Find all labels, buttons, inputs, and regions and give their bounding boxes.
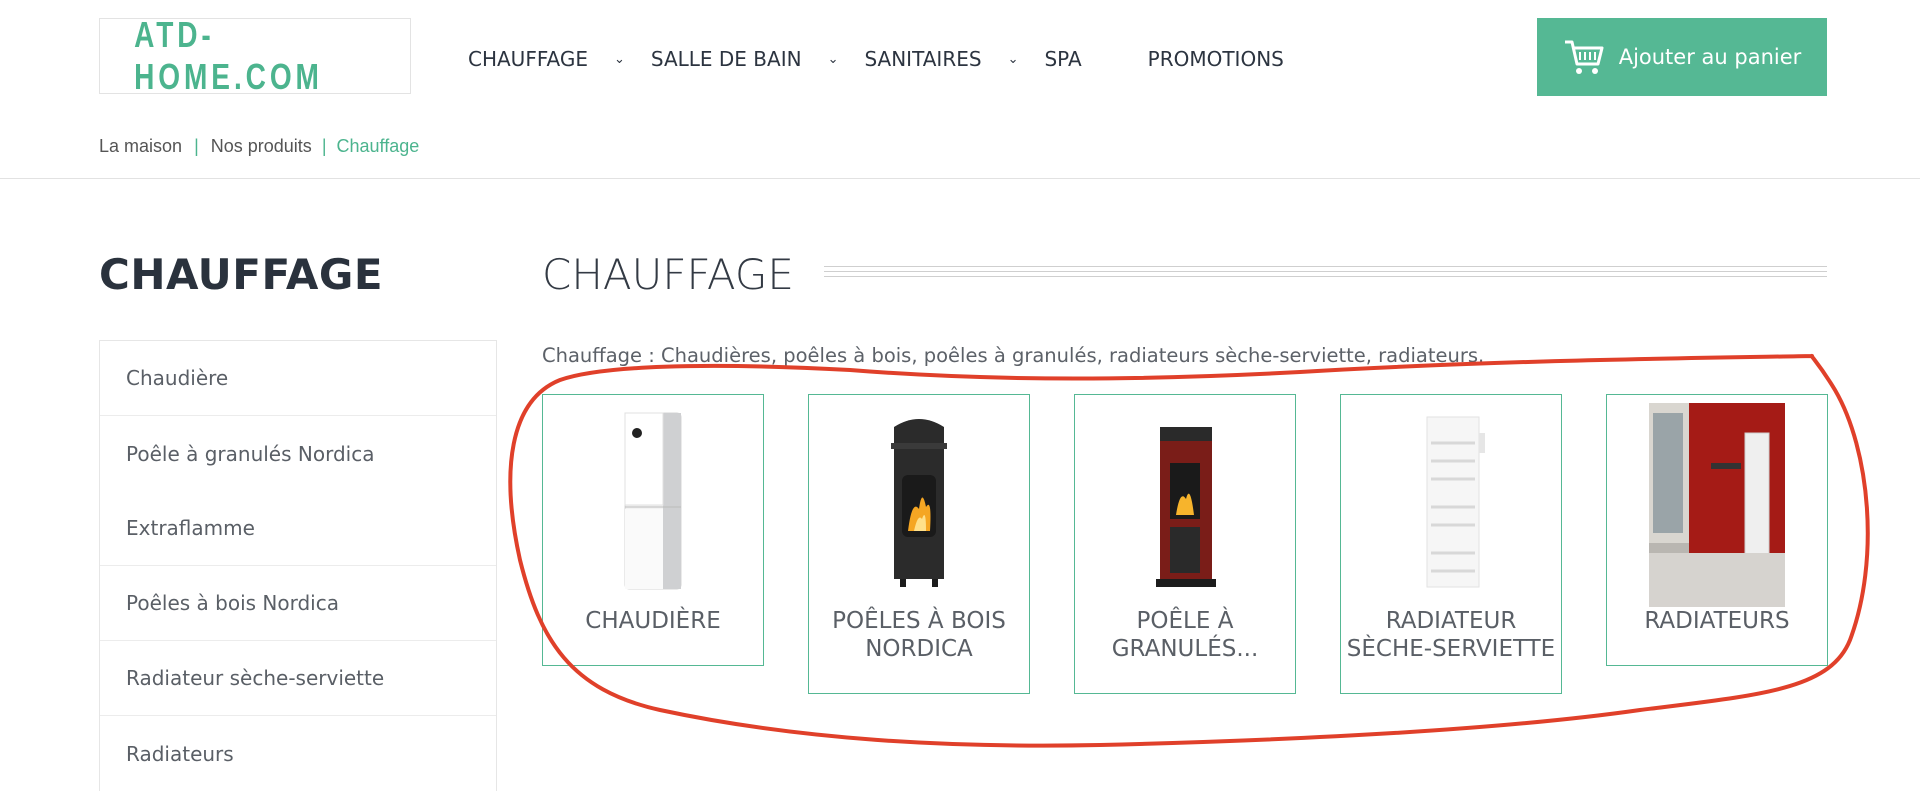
sidebar-title: CHAUFFAGE bbox=[99, 250, 384, 299]
cart-icon bbox=[1564, 40, 1604, 74]
wood-stove-image bbox=[891, 419, 947, 587]
radiator-image bbox=[1649, 403, 1785, 607]
nav-label: SPA bbox=[1044, 47, 1082, 71]
nav-item-chauffage[interactable]: CHAUFFAGE ⌄ bbox=[468, 47, 651, 71]
category-card-chaudiere[interactable]: CHAUDIÈRE bbox=[542, 394, 764, 666]
chevron-down-icon[interactable]: ⌄ bbox=[1008, 52, 1019, 67]
breadcrumb-home[interactable]: La maison bbox=[99, 136, 182, 157]
logo-text: ATD-HOME.COM bbox=[134, 14, 323, 97]
sidebar-item-poeles-bois-nordica[interactable]: Poêles à bois Nordica bbox=[100, 566, 496, 641]
breadcrumb-products[interactable]: Nos produits bbox=[211, 136, 312, 157]
category-card-radiateurs[interactable]: RADIATEURS bbox=[1606, 394, 1828, 666]
nav-label: PROMOTIONS bbox=[1147, 47, 1284, 71]
breadcrumb-separator: | bbox=[194, 136, 199, 156]
sidebar-item-radiateurs[interactable]: Radiateurs bbox=[100, 716, 496, 791]
nav-label: SANITAIRES bbox=[864, 47, 982, 71]
category-card-radiateur-seche-serviette[interactable]: RADIATEUR SÈCHE-SERVIETTE bbox=[1340, 394, 1562, 694]
chevron-down-icon[interactable]: ⌄ bbox=[828, 52, 839, 67]
page-title: CHAUFFAGE bbox=[542, 250, 794, 299]
category-card-label: CHAUDIÈRE bbox=[585, 608, 721, 634]
boiler-image bbox=[624, 412, 682, 590]
towel-radiator-image bbox=[1426, 416, 1485, 588]
category-card-label: RADIATEUR SÈCHE-SERVIETTE bbox=[1346, 608, 1556, 662]
nav-item-promotions[interactable]: PROMOTIONS bbox=[1148, 47, 1284, 71]
cart-label: Ajouter au panier bbox=[1618, 45, 1802, 69]
add-to-cart-button[interactable]: Ajouter au panier bbox=[1537, 18, 1827, 96]
sidebar-item-radiateur-seche-serviette[interactable]: Radiateur sèche-serviette bbox=[100, 641, 496, 716]
nav-item-salle-de-bain[interactable]: SALLE DE BAIN ⌄ bbox=[651, 47, 865, 71]
breadcrumb: La maison | Nos produits | Chauffage bbox=[99, 136, 419, 157]
main-nav: CHAUFFAGE ⌄ SALLE DE BAIN ⌄ SANITAIRES ⌄… bbox=[468, 44, 1350, 74]
sidebar-item-poele-granules-nordica[interactable]: Poêle à granulés Nordica bbox=[100, 416, 496, 491]
nav-item-sanitaires[interactable]: SANITAIRES ⌄ bbox=[864, 47, 1044, 71]
pellet-stove-image bbox=[1156, 427, 1216, 587]
nav-label: SALLE DE BAIN bbox=[650, 47, 802, 71]
nav-label: CHAUFFAGE bbox=[468, 47, 588, 71]
nav-item-spa[interactable]: SPA bbox=[1044, 47, 1081, 71]
category-card-label: POÊLES À BOIS NORDICA bbox=[832, 608, 1006, 662]
sidebar-category-list: Chaudière Poêle à granulés Nordica Extra… bbox=[99, 340, 497, 791]
category-description: Chauffage : Chaudières, poêles à bois, p… bbox=[542, 344, 1485, 367]
site-logo[interactable]: ATD-HOME.COM bbox=[99, 14, 411, 97]
category-card-label: RADIATEURS bbox=[1644, 608, 1790, 634]
title-divider bbox=[824, 266, 1827, 280]
chevron-down-icon[interactable]: ⌄ bbox=[614, 52, 625, 67]
sidebar-item-extraflamme[interactable]: Extraflamme bbox=[100, 491, 496, 566]
category-card-label: POÊLE À GRANULÉS... bbox=[1111, 608, 1259, 662]
category-card-poeles-bois-nordica[interactable]: POÊLES À BOIS NORDICA bbox=[808, 394, 1030, 694]
sidebar-item-chaudiere[interactable]: Chaudière bbox=[100, 341, 496, 416]
site-header: ATD-HOME.COM CHAUFFAGE ⌄ SALLE DE BAIN ⌄… bbox=[0, 0, 1920, 179]
breadcrumb-current: Chauffage bbox=[336, 136, 420, 156]
breadcrumb-separator: | bbox=[321, 136, 327, 156]
category-card-poele-granules[interactable]: POÊLE À GRANULÉS... bbox=[1074, 394, 1296, 694]
